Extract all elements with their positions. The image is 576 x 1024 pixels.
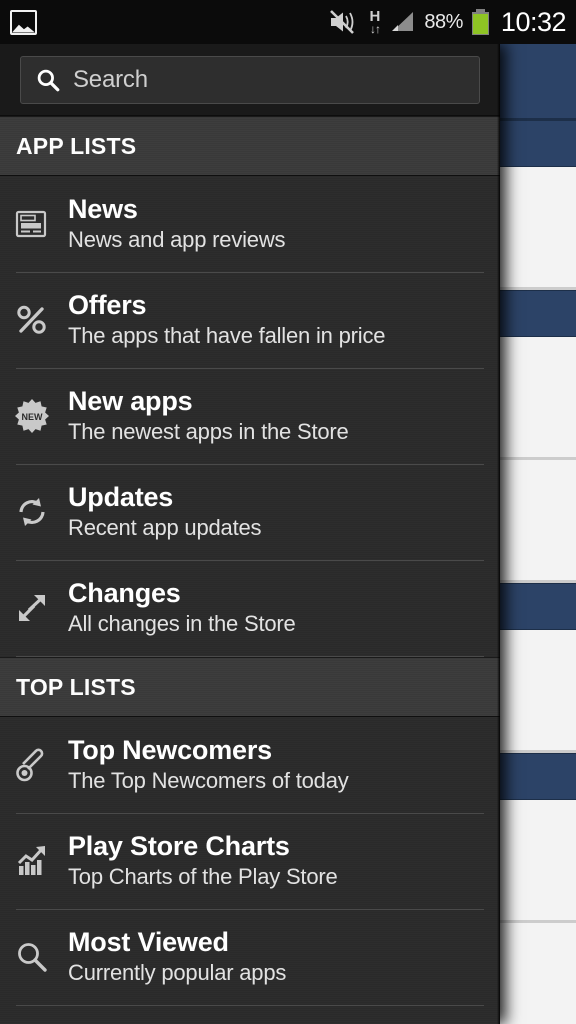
sidebar-item-subtitle: The Top Newcomers of today <box>68 768 349 794</box>
sidebar-item-texts: Changes All changes in the Store <box>68 578 296 638</box>
search-placeholder: Search <box>73 65 148 93</box>
search-input[interactable]: Search <box>20 55 480 104</box>
status-bar: H ↓↑ 88% 10:32 <box>0 0 576 44</box>
network-arrows-label: ↓↑ <box>369 22 381 36</box>
thermometer-icon <box>0 745 64 785</box>
sidebar-item-title: Offers <box>68 290 147 321</box>
sidebar-item-title: Top Newcomers <box>68 735 272 766</box>
drawer-sections: APP LISTS News News and app reviews Offers T… <box>0 116 500 1006</box>
svg-text:NEW: NEW <box>22 412 44 422</box>
newspaper-icon <box>0 204 64 244</box>
sidebar-item-subtitle: Top Charts of the Play Store <box>68 864 338 890</box>
sidebar-item-subtitle: All changes in the Store <box>68 611 296 637</box>
sidebar-item-texts: Offers The apps that have fallen in price <box>68 290 385 350</box>
sidebar-item-title: Changes <box>68 578 181 609</box>
sidebar-item-texts: Top Newcomers The Top Newcomers of today <box>68 735 349 795</box>
percent-icon <box>0 300 64 340</box>
sidebar-item-top-newcomers[interactable]: Top Newcomers The Top Newcomers of today <box>0 717 500 813</box>
signal-bars-icon <box>389 11 415 33</box>
battery-percent-label: 88% <box>424 10 463 33</box>
sidebar-item-updates[interactable]: Updates Recent app updates <box>0 464 500 560</box>
sidebar-item-texts: Updates Recent app updates <box>68 482 262 542</box>
nav-list: Top Newcomers The Top Newcomers of today P… <box>0 717 500 1006</box>
section-header-label: APP LISTS <box>16 132 137 159</box>
list-divider <box>16 1005 484 1006</box>
sidebar-item-play-store-charts[interactable]: Play Store Charts Top Charts of the Play … <box>0 813 500 909</box>
drawer-edge-shadow <box>497 44 500 1024</box>
sidebar-item-offers[interactable]: Offers The apps that have fallen in price <box>0 272 500 368</box>
sidebar-item-texts: News News and app reviews <box>68 194 286 254</box>
section-header-label: TOP LISTS <box>16 673 136 700</box>
sidebar-item-texts: New apps The newest apps in the Store <box>68 386 349 446</box>
sidebar-item-subtitle: News and app reviews <box>68 227 286 253</box>
sidebar-item-subtitle: Currently popular apps <box>68 960 287 986</box>
nav-list: News News and app reviews Offers The apps t… <box>0 176 500 657</box>
bar-chart-up-icon <box>0 841 64 881</box>
sidebar-item-news[interactable]: News News and app reviews <box>0 176 500 272</box>
sidebar-item-title: News <box>68 194 138 225</box>
search-icon <box>35 67 61 93</box>
sidebar-item-title: Play Store Charts <box>68 831 290 862</box>
screen-root: 10 houPRICE14 houPRICEPRICE16 houPRICE18… <box>0 0 576 1024</box>
refresh-icon <box>0 492 64 532</box>
sidebar-item-texts: Most Viewed Currently popular apps <box>68 927 286 987</box>
search-bar-container: Search <box>0 44 500 116</box>
sidebar-item-title: New apps <box>68 386 193 417</box>
sidebar-item-title: Updates <box>68 482 174 513</box>
magnifier-icon <box>0 937 64 977</box>
status-bar-right: H ↓↑ 88% 10:32 <box>327 7 576 38</box>
new-badge-icon: NEW <box>0 396 64 436</box>
exchange-arrows-icon <box>0 588 64 628</box>
sidebar-item-subtitle: The apps that have fallen in price <box>68 323 386 349</box>
hspa-network-icon: H ↓↑ <box>370 9 381 35</box>
sidebar-item-new-apps[interactable]: NEW New apps The newest apps in the Store <box>0 368 500 464</box>
clock-label: 10:32 <box>500 6 567 37</box>
sidebar-item-changes[interactable]: Changes All changes in the Store <box>0 560 500 656</box>
status-bar-left <box>0 9 37 35</box>
section-header: TOP LISTS <box>0 657 500 717</box>
sidebar-item-texts: Play Store Charts Top Charts of the Play … <box>68 831 338 891</box>
sidebar-item-title: Most Viewed <box>68 927 229 958</box>
sidebar-item-subtitle: The newest apps in the Store <box>68 419 349 445</box>
navigation-drawer: Search APP LISTS News News and app reviews… <box>0 44 500 1024</box>
list-divider <box>16 656 484 657</box>
sidebar-item-most-viewed[interactable]: Most Viewed Currently popular apps <box>0 909 500 1005</box>
mute-vibrate-icon <box>327 8 361 36</box>
battery-icon <box>471 9 489 35</box>
photo-icon <box>10 9 37 35</box>
section-header: APP LISTS <box>0 116 500 176</box>
sidebar-item-subtitle: Recent app updates <box>68 515 262 541</box>
